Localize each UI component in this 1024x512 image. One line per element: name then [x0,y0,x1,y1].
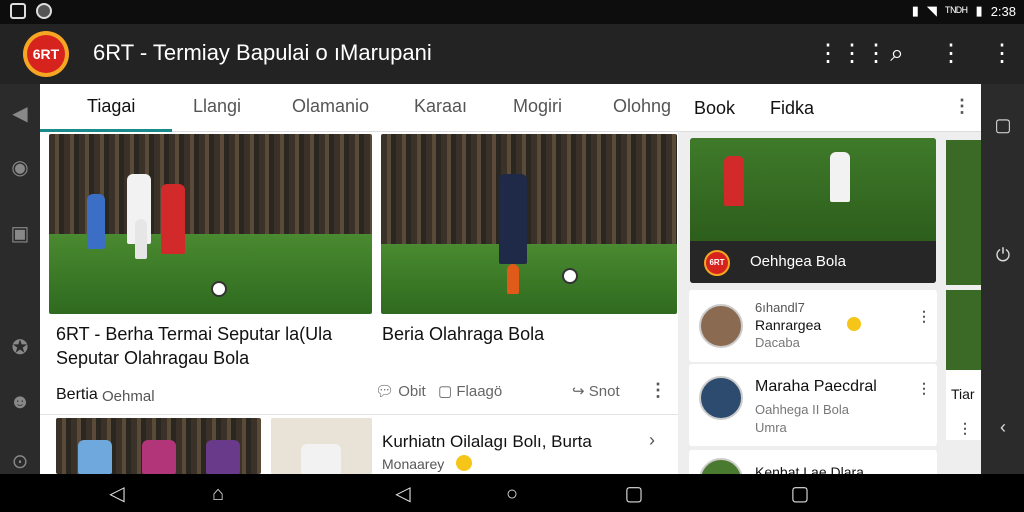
app-title: 6RT - Termiay Bapulai o ıMarupani [93,40,432,65]
avatar [699,304,743,348]
list-item-line1: 6ıhandl7 [755,300,805,315]
side-tab-book[interactable]: Book [694,98,735,119]
recents-icon[interactable]: ▢ [789,483,811,505]
feature-caption-bar: 6RT Oehhgea Bola [690,241,936,283]
app-bar: 6RT 6RT - Termiay Bapulai o ıMarupani ⋮⋮… [0,24,1024,84]
verified-badge-icon [847,317,861,331]
comment-button[interactable]: 💬︎ Obit [375,382,426,400]
side-more-icon[interactable]: ⋮ [953,96,971,117]
share-button[interactable]: ↪ Snot [572,382,620,400]
wifi-icon: ◥ [926,3,937,18]
list-item[interactable]: 6ıhandl7 Ranrargea Dacaba ⋮ [689,290,937,362]
bottom-thumb-1[interactable] [56,418,261,474]
bottom-article-title[interactable]: Kurhiatn Oilalagı Bolı, Burta [382,430,592,454]
power-icon[interactable]: ⏻ [992,244,1014,266]
side-strip-card[interactable]: Tiar ⋮ [946,290,981,440]
list-item[interactable]: Kenbat Lae Dlara [689,450,937,474]
battery-icon: ▮ [975,3,983,18]
right-rail: ▢ ⏻ ‹ [981,84,1024,474]
chat-icon[interactable]: ▣ [8,222,32,246]
active-tab-indicator [40,129,172,132]
app-logo[interactable]: 6RT [23,31,69,77]
side-header: Book Fidka ⋮ [678,84,981,132]
tab-mogiri[interactable]: Mogiri [513,96,562,117]
article-title-1[interactable]: 6RT - Berha Termai Seputar la(Ula Seputa… [56,322,366,370]
back-icon[interactable]: ◁ [106,483,128,505]
status-bar: ▮ ◥ ᵀᴺᴰᴴ ▮ 2:38 [0,0,1024,24]
square-icon[interactable]: ▢ [992,114,1014,136]
list-item-more-icon[interactable]: ⋮ [917,380,931,397]
chrome-icon [36,3,52,19]
share-icon: ↪ [572,383,585,400]
article-image-1[interactable] [49,134,372,314]
article-meta-source: Oehmal [102,388,155,405]
category-tabs: Tiagai Llangi Olamanio Karaaı Mogiri Olo… [40,84,678,132]
list-item-sub: Oahhega II Bola [755,402,849,417]
back-arrow-icon[interactable]: ‹ [992,416,1014,438]
recents-icon[interactable]: ▢ [623,483,645,505]
signal-text: ᵀᴺᴰᴴ [944,3,968,19]
article-image-2[interactable] [381,134,677,314]
battery-saver-icon: ▮ [911,3,919,18]
side-tab-fidka[interactable]: Fidka [770,98,814,119]
clock: 2:38 [990,3,1016,19]
comment-label: Obit [398,383,426,400]
bottom-article-author: Monaarey [382,456,445,472]
side-panel: Book Fidka ⋮ 6RT Oehhgea Bola 6ıhandl7 R… [678,84,981,474]
verified-badge-icon [456,455,472,471]
article-title-2[interactable]: Beria Olahraga Bola [382,322,672,346]
mascot-icon[interactable]: ☻ [8,390,32,414]
tab-karaai[interactable]: Karaaı [414,96,467,117]
avatar [699,458,743,474]
avatar [699,376,743,420]
bookmark-label: Flaagö [456,383,503,400]
megaphone-icon[interactable]: ◀ [8,102,32,126]
divider [40,414,678,415]
navigation-bar: ◁ ⌂ ◁ ○ ▢ ▢ [0,474,1024,512]
feature-card[interactable]: 6RT Oehhgea Bola [690,138,936,283]
side-strip-more-icon[interactable]: ⋮ [958,420,972,437]
gallery-icon [10,3,26,19]
list-item-sub2: Umra [755,420,787,435]
tab-llangi[interactable]: Llangi [193,96,241,117]
grid-icon[interactable]: ⋮⋮⋮ [816,38,888,70]
comment-icon: 💬︎ [375,383,395,400]
article-more-icon[interactable]: ⋮ [649,380,667,401]
tab-olamanio[interactable]: Olamanio [292,96,369,117]
list-item-name: Ranrargea [755,317,822,333]
tab-tiagai[interactable]: Tiagai [87,96,135,117]
location-icon[interactable]: ⊙ [8,450,32,474]
side-strip-text: Tiar [951,386,975,402]
home-icon[interactable]: ⌂ [207,483,229,505]
feature-logo: 6RT [704,250,730,276]
chevron-right-icon[interactable]: › [649,430,655,451]
side-strip-image-1[interactable] [946,140,981,285]
home-circle-icon[interactable]: ○ [501,483,523,505]
main-feed: Tiagai Llangi Olamanio Karaaı Mogiri Olo… [40,84,678,474]
bottom-thumb-2[interactable] [271,418,372,474]
back-icon[interactable]: ◁ [392,483,414,505]
list-item[interactable]: Maraha Paecdral Oahhega II Bola Umra ⋮ [689,364,937,446]
bookmark-icon: ▢ [438,383,453,400]
search-icon[interactable]: ⌕ [881,38,913,70]
badge-icon[interactable]: ✪ [8,336,32,360]
feature-caption: Oehhgea Bola [750,253,846,270]
logo-text: 6RT [27,35,65,73]
more-vert-icon[interactable]: ⋮ [935,38,967,70]
side-strip-image-2 [946,290,981,370]
bookmark-button[interactable]: ▢ Flaagö [438,382,502,400]
left-rail: ◀ ◉ ▣ ✪ ☻ ⊙ [0,84,40,474]
list-item-name: Maraha Paecdral [755,378,877,395]
list-item-name: Kenbat Lae Dlara [755,464,864,474]
list-item-sub: Dacaba [755,335,800,350]
tab-olohng[interactable]: Olohng [613,96,671,117]
article-meta-label: Bertia [56,386,98,403]
list-item-more-icon[interactable]: ⋮ [917,308,931,325]
avatar-icon[interactable]: ◉ [8,156,32,180]
overflow-menu-icon[interactable]: ⋮ [986,38,1018,70]
share-label: Snot [588,383,620,400]
